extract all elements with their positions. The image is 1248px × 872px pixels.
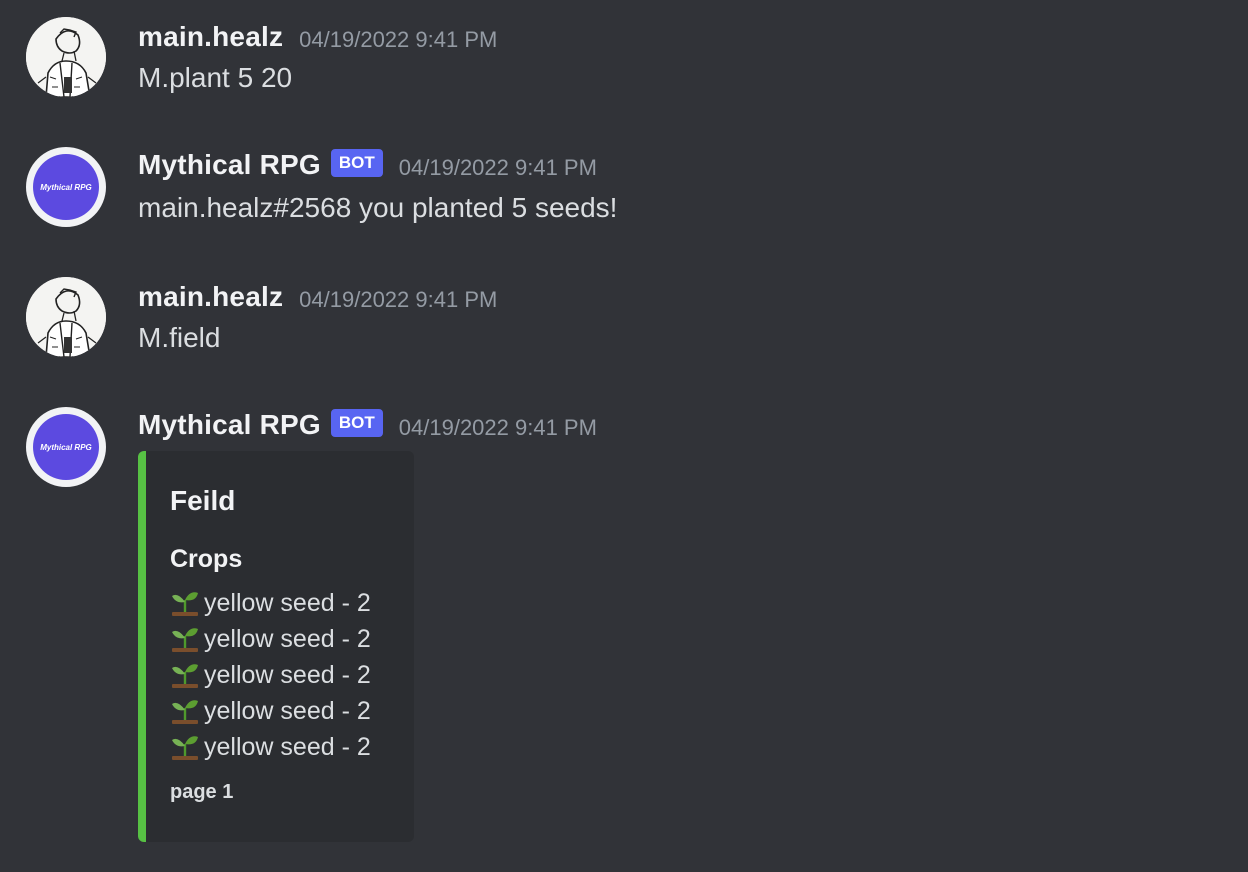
message-header: main.healz 04/19/2022 9:41 PM	[138, 17, 497, 57]
message-header: Mythical RPG BOT 04/19/2022 9:41 PM	[138, 405, 597, 445]
bot-avatar[interactable]: Mythical RPG	[26, 147, 106, 227]
crop-label: yellow seed - 2	[204, 696, 371, 725]
timestamp[interactable]: 04/19/2022 9:41 PM	[399, 155, 597, 181]
crop-list-item: yellow seed - 2	[170, 621, 371, 657]
seedling-icon	[172, 628, 198, 652]
bot-badge: BOT	[330, 149, 383, 177]
crop-label: yellow seed - 2	[204, 588, 371, 617]
bot-avatar-logo: Mythical RPG	[33, 154, 99, 220]
crop-label: yellow seed - 2	[204, 624, 371, 653]
seedling-icon	[172, 736, 198, 760]
crop-list-item: yellow seed - 2	[170, 693, 371, 729]
username[interactable]: main.healz	[138, 21, 283, 53]
message-header: Mythical RPG BOT 04/19/2022 9:41 PM	[138, 145, 597, 185]
crop-list-item: yellow seed - 2	[170, 585, 371, 621]
crop-list: yellow seed - 2 yellow seed - 2 yellow see…	[170, 585, 371, 765]
timestamp[interactable]: 04/19/2022 9:41 PM	[299, 27, 497, 53]
sketch-portrait-icon	[26, 277, 106, 357]
crop-list-item: yellow seed - 2	[170, 729, 371, 765]
timestamp[interactable]: 04/19/2022 9:41 PM	[399, 415, 597, 441]
bot-avatar-logo: Mythical RPG	[33, 414, 99, 480]
embed-accent-bar	[138, 451, 146, 842]
username[interactable]: Mythical RPG	[138, 149, 321, 181]
seedling-icon	[172, 700, 198, 724]
message-content: M.field	[138, 322, 221, 353]
embed-footer: page 1	[170, 781, 234, 803]
seedling-icon	[172, 664, 198, 688]
chat-log: main.healz 04/19/2022 9:41 PM M.plant 5 …	[0, 0, 1248, 872]
message-header: main.healz 04/19/2022 9:41 PM	[138, 277, 497, 317]
embed-field-name: Crops	[170, 545, 243, 573]
user-avatar[interactable]	[26, 277, 106, 357]
message-content: main.healz#2568 you planted 5 seeds!	[138, 192, 618, 223]
user-avatar[interactable]	[26, 17, 106, 97]
message-embed: Feild Crops yellow seed - 2 yellow seed -…	[138, 451, 414, 842]
crop-label: yellow seed - 2	[204, 732, 371, 761]
bot-badge: BOT	[330, 409, 383, 437]
crop-label: yellow seed - 2	[204, 660, 371, 689]
bot-avatar[interactable]: Mythical RPG	[26, 407, 106, 487]
timestamp[interactable]: 04/19/2022 9:41 PM	[299, 287, 497, 313]
sketch-portrait-icon	[26, 17, 106, 97]
embed-title: Feild	[170, 485, 236, 516]
seedling-icon	[172, 592, 198, 616]
username[interactable]: main.healz	[138, 281, 283, 313]
username[interactable]: Mythical RPG	[138, 409, 321, 441]
message-content: M.plant 5 20	[138, 62, 293, 93]
crop-list-item: yellow seed - 2	[170, 657, 371, 693]
